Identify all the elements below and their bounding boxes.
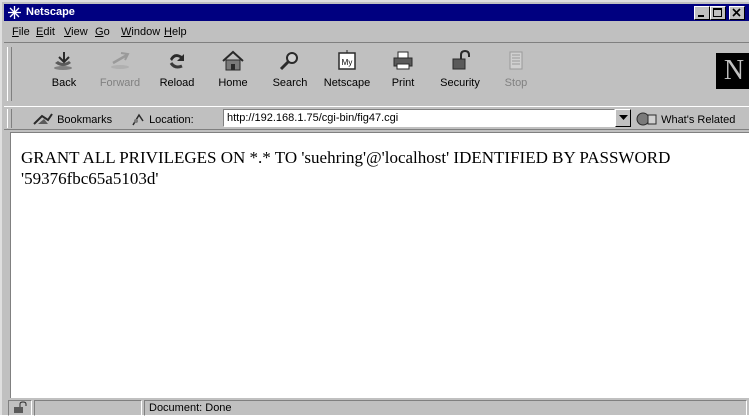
netscape-logo[interactable]: N bbox=[716, 53, 749, 89]
bookmarks-button[interactable]: Bookmarks bbox=[32, 112, 112, 126]
back-arrow-icon bbox=[54, 52, 72, 70]
stop-icon bbox=[509, 51, 523, 70]
close-icon bbox=[732, 8, 741, 17]
forward-label: Forward bbox=[99, 77, 141, 89]
security-label: Security bbox=[440, 77, 480, 89]
progress-panel bbox=[34, 400, 142, 416]
minimize-icon bbox=[698, 15, 704, 17]
menu-go[interactable]: Go bbox=[95, 26, 110, 38]
home-label: Home bbox=[218, 77, 248, 89]
print-button[interactable]: Print bbox=[377, 49, 429, 101]
menu-window[interactable]: Window bbox=[121, 26, 160, 38]
url-input[interactable]: http://192.168.1.75/cgi-bin/fig47.cgi bbox=[223, 109, 615, 127]
print-label: Print bbox=[391, 77, 415, 89]
maximize-button[interactable] bbox=[710, 6, 726, 20]
url-dropdown-button[interactable] bbox=[615, 109, 631, 127]
netscape-app-icon bbox=[8, 6, 21, 19]
search-label: Search bbox=[272, 77, 308, 89]
status-text: Document: Done bbox=[144, 400, 747, 416]
browser-window: Netscape File Edit View Go Window Help B… bbox=[0, 0, 749, 417]
bookmarks-icon bbox=[33, 113, 53, 125]
whats-related-button[interactable]: What's Related bbox=[636, 112, 735, 126]
padlock-icon bbox=[14, 401, 27, 413]
navigation-toolbar: Back Forward Reload Home Search My Netsc… bbox=[4, 42, 749, 105]
location-grip[interactable] bbox=[7, 109, 12, 128]
forward-button[interactable]: Forward bbox=[94, 49, 146, 101]
my-netscape-button[interactable]: My Netscape bbox=[321, 49, 373, 101]
menu-bar: File Edit View Go Window Help bbox=[4, 22, 749, 42]
menu-view[interactable]: View bbox=[64, 26, 88, 38]
back-button[interactable]: Back bbox=[38, 49, 90, 101]
my-netscape-icon: My bbox=[338, 50, 356, 70]
padlock-icon bbox=[452, 49, 470, 70]
title-bar[interactable]: Netscape bbox=[4, 4, 749, 21]
back-label: Back bbox=[51, 77, 77, 89]
search-icon bbox=[279, 52, 298, 71]
stop-label: Stop bbox=[504, 77, 528, 89]
chevron-down-icon bbox=[618, 115, 628, 120]
printer-icon bbox=[393, 51, 413, 70]
reload-icon bbox=[169, 54, 184, 69]
minimize-button[interactable] bbox=[694, 6, 710, 20]
location-toolbar: Bookmarks Location: http://192.168.1.75/… bbox=[4, 106, 749, 130]
page-proxy-icon[interactable] bbox=[130, 112, 146, 126]
bookmarks-label: Bookmarks bbox=[57, 114, 113, 126]
location-label: Location: bbox=[149, 114, 194, 126]
home-icon bbox=[222, 50, 244, 71]
page-text: GRANT ALL PRIVILEGES ON *.* TO 'suehring… bbox=[21, 148, 671, 188]
page-content-area[interactable]: GRANT ALL PRIVILEGES ON *.* TO 'suehring… bbox=[10, 132, 749, 398]
maximize-icon bbox=[713, 8, 722, 17]
security-button[interactable]: Security bbox=[434, 49, 486, 101]
reload-label: Reload bbox=[159, 77, 195, 89]
security-indicator[interactable] bbox=[8, 400, 32, 416]
search-button[interactable]: Search bbox=[264, 49, 316, 101]
whats-related-icon bbox=[636, 112, 657, 126]
status-bar: Document: Done bbox=[4, 399, 749, 417]
reload-button[interactable]: Reload bbox=[151, 49, 203, 101]
whats-related-label: What's Related bbox=[661, 114, 736, 126]
menu-edit[interactable]: Edit bbox=[36, 26, 55, 38]
my-netscape-label: Netscape bbox=[323, 77, 371, 89]
menu-help[interactable]: Help bbox=[164, 26, 187, 38]
svg-text:My: My bbox=[342, 58, 353, 67]
window-title: Netscape bbox=[26, 6, 75, 18]
close-button[interactable] bbox=[729, 6, 745, 20]
toolbar-grip[interactable] bbox=[7, 47, 12, 101]
menu-file[interactable]: File bbox=[12, 26, 30, 38]
stop-button[interactable]: Stop bbox=[490, 49, 542, 101]
home-button[interactable]: Home bbox=[207, 49, 259, 101]
forward-arrow-icon bbox=[111, 52, 130, 69]
location-label-group: Location: bbox=[130, 112, 194, 126]
